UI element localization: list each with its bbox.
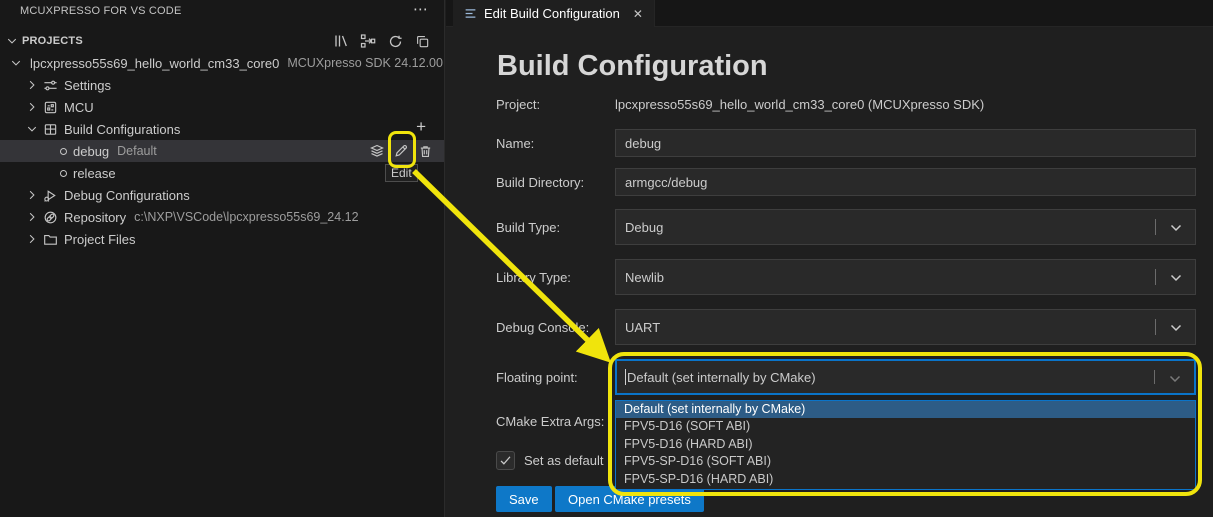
tree-item-repository[interactable]: Repository c:\NXP\VSCode\lpcxpresso55s69… xyxy=(0,206,444,228)
sidebar: MCUXPRESSO FOR VS CODE ⋯ PROJECTS xyxy=(0,0,445,517)
chevron-right-icon[interactable] xyxy=(24,99,40,115)
import-project-icon[interactable] xyxy=(358,31,378,51)
library-type-value: Newlib xyxy=(625,270,664,285)
tree-item-debug-config[interactable]: debug Default xyxy=(0,140,444,162)
build-type-label: Build Type: xyxy=(496,220,614,235)
more-actions-icon[interactable]: ⋯ xyxy=(413,0,428,18)
set-as-default-label: Set as default xyxy=(524,453,604,468)
build-type-select[interactable]: Debug xyxy=(615,209,1196,245)
debug-console-value: UART xyxy=(625,320,660,335)
floating-point-listbox: Default (set internally by CMake)FPV5-D1… xyxy=(615,400,1196,490)
projects-section-label: PROJECTS xyxy=(22,35,83,47)
debug-console-select[interactable]: UART xyxy=(615,309,1196,345)
edit-tooltip: Edit xyxy=(385,164,418,182)
default-badge: Default xyxy=(117,144,157,158)
projects-actions xyxy=(331,31,432,51)
page-title: Build Configuration xyxy=(497,50,768,83)
webview-list-icon xyxy=(464,7,477,20)
library-type-select[interactable]: Newlib xyxy=(615,259,1196,295)
select-divider xyxy=(1155,319,1156,335)
tab-edit-build-configuration[interactable]: Edit Build Configuration ✕ xyxy=(453,0,655,27)
floating-point-combobox[interactable]: Default (set internally by CMake) xyxy=(615,359,1196,395)
sidebar-title: MCUXPRESSO FOR VS CODE xyxy=(20,5,181,17)
dropdown-option[interactable]: Default (set internally by CMake) xyxy=(616,401,1195,418)
library-icon[interactable] xyxy=(331,31,351,51)
build-type-value: Debug xyxy=(625,220,663,235)
floating-point-label: Floating point: xyxy=(496,370,614,385)
build-config-grid-icon xyxy=(42,121,58,137)
close-tab-icon[interactable]: ✕ xyxy=(633,7,643,21)
chevron-down-icon xyxy=(1170,324,1182,332)
config-bullet-icon xyxy=(60,148,67,155)
tree-item-label: Project Files xyxy=(64,232,136,247)
editor-panel: Edit Build Configuration ✕ Build Configu… xyxy=(446,0,1213,517)
cmake-extra-args-label: CMake Extra Args: xyxy=(496,414,614,429)
layers-icon[interactable] xyxy=(368,142,386,160)
tree-item-mcu[interactable]: MCU xyxy=(0,96,444,118)
chevron-down-icon[interactable] xyxy=(8,55,24,71)
tree-item-project-root[interactable]: lpcxpresso55s69_hello_world_cm33_core0 M… xyxy=(0,52,444,74)
trash-icon[interactable] xyxy=(416,142,434,160)
floating-point-value: Default (set internally by CMake) xyxy=(627,370,816,385)
tree-item-label: Build Configurations xyxy=(64,122,180,137)
dropdown-option[interactable]: FPV5-D16 (HARD ABI) xyxy=(616,436,1195,453)
name-label: Name: xyxy=(496,136,614,151)
config-bullet-icon xyxy=(60,170,67,177)
debug-run-icon xyxy=(42,187,58,203)
project-name: lpcxpresso55s69_hello_world_cm33_core0 xyxy=(30,56,279,71)
chevron-right-icon[interactable] xyxy=(24,77,40,93)
add-build-config-icon[interactable]: + xyxy=(416,117,426,137)
tree-item-label: MCU xyxy=(64,100,94,115)
select-divider xyxy=(1155,219,1156,235)
dropdown-option[interactable]: FPV5-SP-D16 (SOFT ABI) xyxy=(616,453,1195,470)
chevron-down-icon xyxy=(1170,274,1182,282)
build-directory-input[interactable]: armgcc/debug xyxy=(615,168,1196,196)
library-type-label: Library Type: xyxy=(496,270,614,285)
chevron-right-icon[interactable] xyxy=(24,209,40,225)
tree-item-label: debug xyxy=(73,144,109,159)
mcu-chip-icon xyxy=(42,99,58,115)
name-input[interactable]: debug xyxy=(615,129,1196,157)
tree-item-label: release xyxy=(73,166,116,181)
tree-item-label: Debug Configurations xyxy=(64,188,190,203)
select-divider xyxy=(1155,269,1156,285)
tree-item-project-files[interactable]: Project Files xyxy=(0,228,444,250)
repository-path: c:\NXP\VSCode\lpcxpresso55s69_24.12 xyxy=(134,210,358,224)
tree-item-release-config[interactable]: release xyxy=(0,162,444,184)
project-value: lpcxpresso55s69_hello_world_cm33_core0 (… xyxy=(615,97,984,112)
projects-section-header[interactable]: PROJECTS xyxy=(0,30,444,52)
project-sdk-version: MCUXpresso SDK 24.12.00 xyxy=(287,56,443,70)
dropdown-option[interactable]: FPV5-SP-D16 (HARD ABI) xyxy=(616,471,1195,488)
app-window: MCUXPRESSO FOR VS CODE ⋯ PROJECTS xyxy=(0,0,1213,517)
debug-console-label: Debug Console: xyxy=(496,320,614,335)
tab-title: Edit Build Configuration xyxy=(484,6,620,21)
chevron-down-icon xyxy=(1169,375,1181,383)
debug-row-actions xyxy=(368,140,434,162)
dropdown-option[interactable]: FPV5-D16 (SOFT ABI) xyxy=(616,418,1195,435)
chevron-down-icon[interactable] xyxy=(4,33,20,49)
text-caret xyxy=(625,369,626,385)
refresh-icon[interactable] xyxy=(385,31,405,51)
duplicate-icon[interactable] xyxy=(412,31,432,51)
tree-item-debug-configurations[interactable]: Debug Configurations xyxy=(0,184,444,206)
folder-icon xyxy=(42,231,58,247)
save-button[interactable]: Save xyxy=(496,486,552,512)
settings-sliders-icon xyxy=(42,77,58,93)
set-as-default-checkbox[interactable] xyxy=(496,451,515,470)
tree-item-label: Repository xyxy=(64,210,126,225)
chevron-right-icon[interactable] xyxy=(24,187,40,203)
chevron-down-icon[interactable] xyxy=(24,121,40,137)
tree-item-settings[interactable]: Settings xyxy=(0,74,444,96)
build-directory-label: Build Directory: xyxy=(496,175,614,190)
tree-item-build-configurations[interactable]: Build Configurations + xyxy=(0,118,444,140)
project-label: Project: xyxy=(496,97,614,112)
chevron-down-icon xyxy=(1170,224,1182,232)
select-divider xyxy=(1154,370,1155,384)
chevron-right-icon[interactable] xyxy=(24,231,40,247)
repository-link-icon xyxy=(42,209,58,225)
tree-item-label: Settings xyxy=(64,78,111,93)
edit-pencil-icon[interactable] xyxy=(392,142,410,160)
